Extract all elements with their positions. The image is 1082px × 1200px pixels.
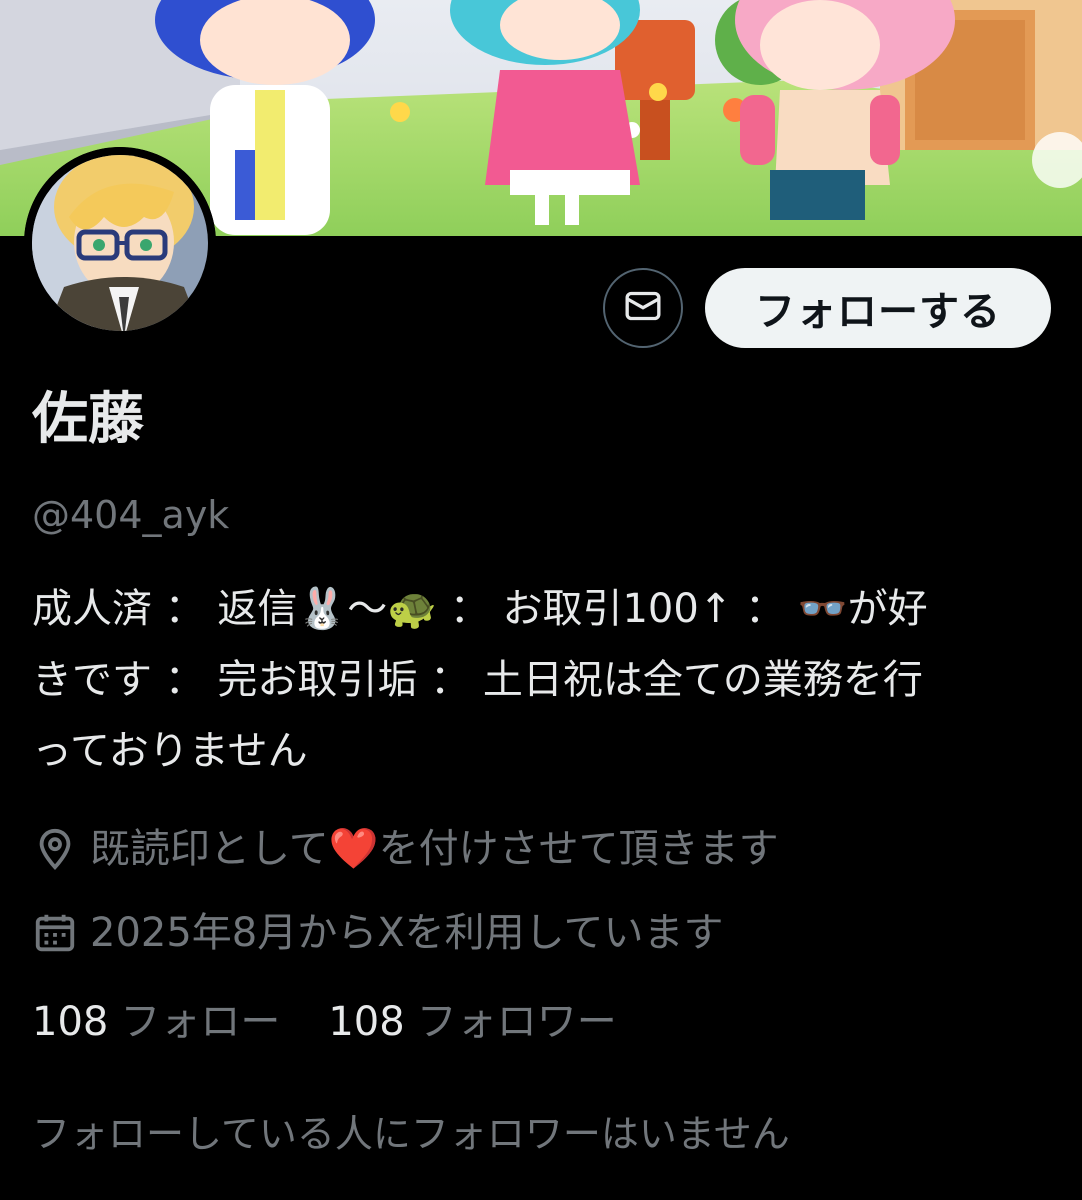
message-button[interactable] xyxy=(603,268,683,348)
following-label: フォロー xyxy=(120,999,281,1045)
follow-button[interactable]: フォローする xyxy=(705,268,1051,348)
profile-bio: 成人済 ： 返信🐰〜🐢 ： お取引100↑ ： 👓が好 きです ： 完お取引垢 … xyxy=(32,574,1052,787)
join-date-text: 2025年8月からXを利用しています xyxy=(90,910,724,956)
location-pin-icon xyxy=(32,826,78,872)
display-name: 佐藤 xyxy=(32,387,144,452)
profile-location: 既読印として❤️を付けさせて頂きます xyxy=(32,824,779,874)
mail-icon xyxy=(623,286,663,330)
bio-line: っておりません xyxy=(32,728,308,774)
bio-line: きです ： 完お取引垢 ： 土日祝は全ての業務を行 xyxy=(32,657,923,703)
followers-count: 108 xyxy=(328,999,405,1045)
profile-avatar[interactable] xyxy=(24,147,216,339)
location-text: 既読印として❤️を付けさせて頂きます xyxy=(90,826,779,872)
followers-label: フォロワー xyxy=(416,999,617,1045)
following-count: 108 xyxy=(32,999,109,1045)
profile-join-date: 2025年8月からXを利用しています xyxy=(32,908,723,958)
user-handle: @404_ayk xyxy=(32,493,230,537)
followers-link[interactable]: 108 フォロワー xyxy=(328,996,616,1048)
calendar-icon xyxy=(32,910,78,956)
bio-line: 成人済 ： 返信🐰〜🐢 ： お取引100↑ ： 👓が好 xyxy=(32,586,928,632)
following-link[interactable]: 108 フォロー xyxy=(32,996,280,1048)
followers-you-know[interactable]: フォローしている人にフォロワーはいません xyxy=(32,1110,790,1158)
follow-stats: 108 フォロー 108 フォロワー xyxy=(32,996,617,1048)
